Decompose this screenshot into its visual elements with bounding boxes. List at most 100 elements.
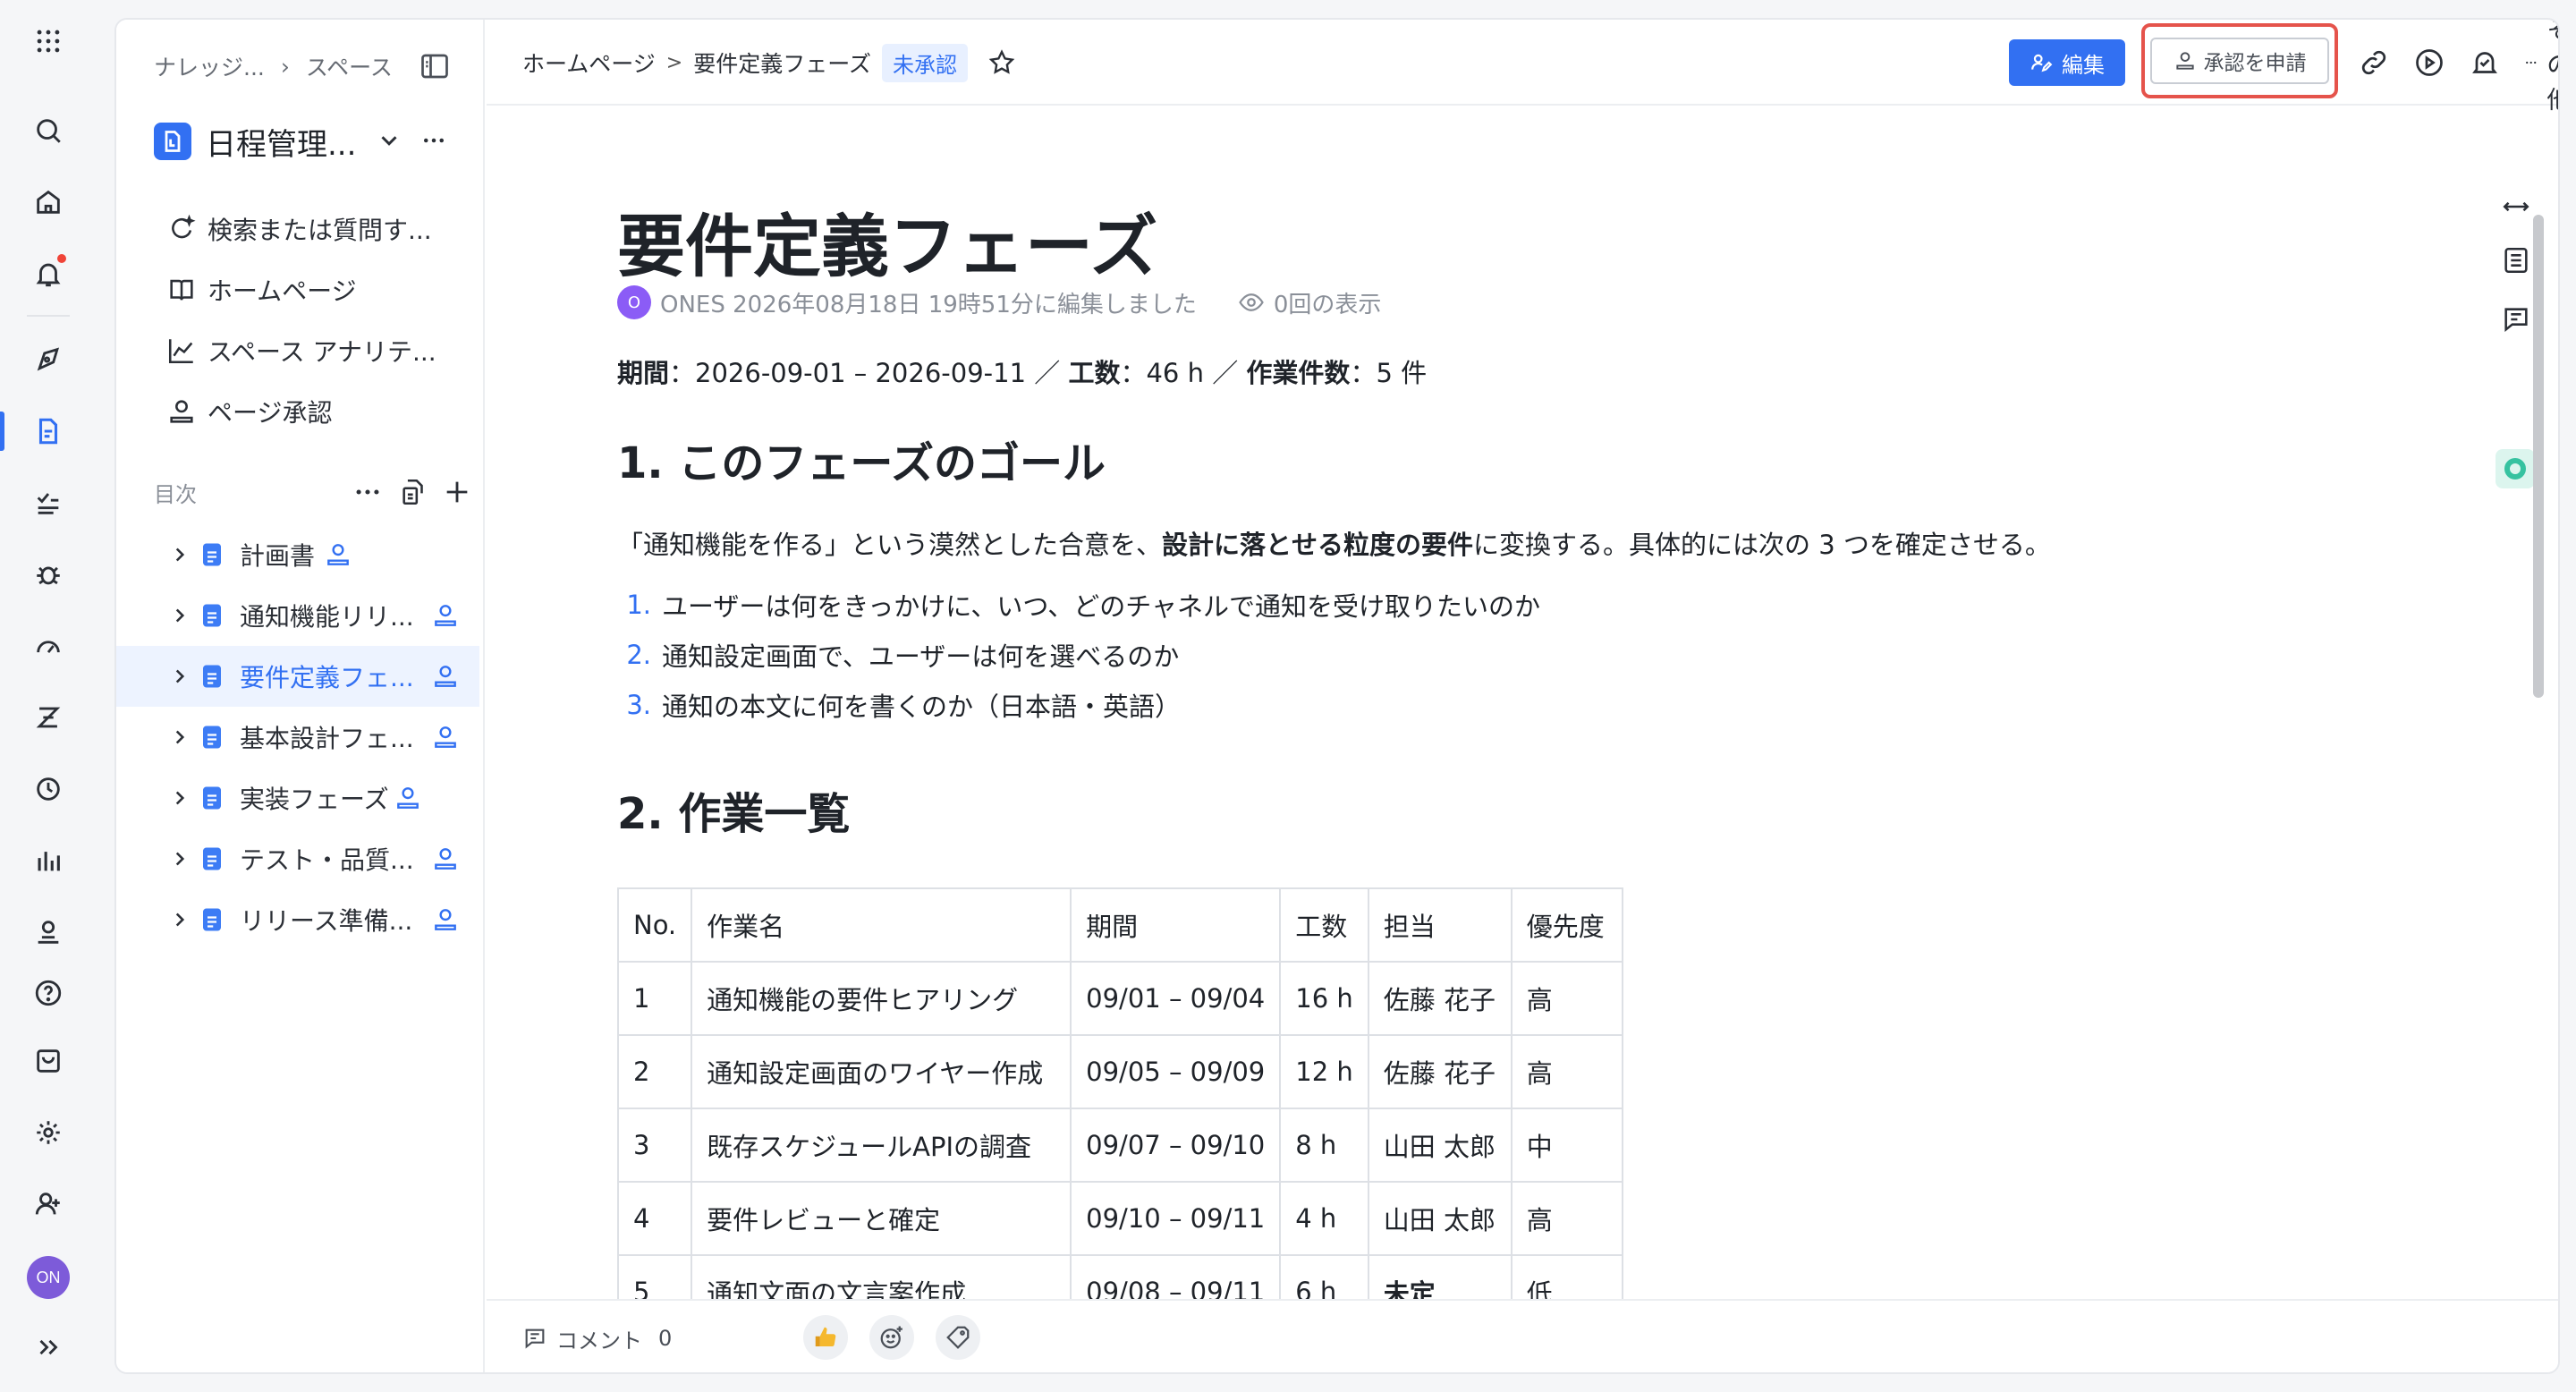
chevron-right-icon[interactable] — [168, 726, 191, 749]
add-user-icon[interactable] — [0, 1177, 97, 1231]
more-button[interactable]: その他 — [2524, 20, 2558, 115]
sidebar-item-search[interactable]: 検索または質問す... — [166, 199, 470, 259]
table-cell[interactable]: 通知機能の要件ヒアリング — [691, 961, 1072, 1036]
table-row: 4 要件レビューと確定 09/10 – 09/11 4 h 山田 太郎 高 — [616, 1181, 1623, 1256]
dashboard-icon[interactable] — [0, 619, 97, 673]
table-cell[interactable]: 佐藤 花子 — [1367, 1034, 1513, 1109]
space-title[interactable]: 日程管理... — [154, 116, 356, 166]
approval-icon[interactable] — [0, 905, 97, 959]
sidebar-collapse-icon[interactable] — [419, 50, 451, 82]
table-cell[interactable]: 4 h — [1279, 1181, 1369, 1256]
table-cell[interactable]: 5 — [616, 1254, 693, 1299]
author-avatar[interactable]: O — [617, 285, 651, 319]
apps-grid-icon[interactable] — [0, 14, 97, 68]
watch-bell-icon[interactable] — [2469, 47, 2501, 79]
comment-button[interactable]: コメント 0 — [522, 1320, 672, 1356]
chevron-right-icon[interactable] — [168, 665, 191, 688]
table-cell[interactable]: 2 — [616, 1034, 693, 1109]
toc-item[interactable]: 計画書 — [116, 524, 485, 585]
table-cell[interactable]: 6 h — [1279, 1254, 1369, 1299]
period-label: 期間 — [617, 358, 670, 388]
link-icon[interactable] — [2358, 47, 2390, 79]
search-icon[interactable] — [0, 104, 97, 157]
present-icon[interactable] — [2413, 47, 2445, 79]
table-cell[interactable]: 通知文面の文言案作成 — [691, 1254, 1072, 1299]
table-cell[interactable]: 高 — [1510, 961, 1623, 1036]
comment-panel-icon[interactable] — [2501, 304, 2531, 335]
table-cell[interactable]: 3 — [616, 1108, 693, 1183]
scrollbar[interactable] — [2533, 215, 2544, 698]
request-approval-button[interactable]: 承認を申請 — [2150, 38, 2329, 84]
table-cell[interactable]: 中 — [1510, 1108, 1623, 1183]
add-emoji-icon[interactable] — [869, 1315, 914, 1360]
sidebar-item-home[interactable]: ホームページ — [166, 259, 470, 320]
add-page-icon[interactable] — [442, 477, 472, 507]
task-icon[interactable] — [0, 476, 97, 530]
table-cell[interactable]: 通知設定画面のワイヤー作成 — [691, 1034, 1072, 1109]
table-cell[interactable]: 8 h — [1279, 1108, 1369, 1183]
sidebar-item-analytics[interactable]: スペース アナリテ... — [166, 320, 470, 381]
help-icon[interactable] — [0, 966, 97, 1020]
full-width-icon[interactable] — [2501, 191, 2531, 222]
table-cell[interactable]: 高 — [1510, 1181, 1623, 1256]
gear-icon[interactable] — [0, 1106, 97, 1159]
outline-icon[interactable] — [2501, 245, 2531, 276]
table-cell[interactable]: 高 — [1510, 1034, 1623, 1109]
edit-button[interactable]: 編集 — [2009, 39, 2125, 86]
toc-item[interactable]: テスト・品質... — [116, 828, 485, 889]
bug-icon[interactable] — [0, 547, 97, 601]
breadcrumb-knowledge[interactable]: ナレッジ... — [154, 50, 265, 82]
chevron-right-icon[interactable] — [168, 847, 191, 870]
table-cell[interactable]: 16 h — [1279, 961, 1369, 1036]
toc-more-icon[interactable] — [352, 477, 383, 507]
table-cell[interactable]: 低 — [1510, 1254, 1623, 1299]
workflow-icon[interactable] — [0, 691, 97, 744]
toc-item-active[interactable]: 要件定義フェ... — [116, 646, 479, 707]
thumbs-up-icon[interactable] — [803, 1315, 848, 1360]
toc-item[interactable]: リリース準備... — [116, 889, 485, 950]
table-cell[interactable]: 佐藤 花子 — [1367, 961, 1513, 1036]
wiki-icon[interactable] — [0, 404, 97, 458]
chevron-right-icon[interactable] — [168, 543, 191, 566]
user-approval-icon — [2175, 52, 2194, 70]
project-icon[interactable] — [0, 333, 97, 386]
chevron-right-icon[interactable] — [168, 786, 191, 810]
sidebar-item-page-approval[interactable]: ページ承認 — [166, 381, 470, 442]
table-cell[interactable]: 09/07 – 09/10 — [1070, 1108, 1282, 1183]
user-avatar[interactable]: ON — [27, 1256, 70, 1299]
table-cell[interactable]: 山田 太郎 — [1367, 1181, 1513, 1256]
chevron-right-icon[interactable] — [168, 604, 191, 627]
table-cell[interactable]: 未定 — [1367, 1254, 1513, 1299]
chart-icon[interactable] — [0, 834, 97, 887]
tag-icon[interactable] — [936, 1315, 980, 1360]
toc-item[interactable]: 通知機能リリ... — [116, 585, 485, 646]
breadcrumb-home[interactable]: ホームページ — [522, 47, 656, 79]
table-cell[interactable]: 12 h — [1279, 1034, 1369, 1109]
bell-icon[interactable] — [0, 247, 97, 301]
expand-icon[interactable] — [0, 1320, 97, 1374]
table-cell[interactable]: 既存スケジュールAPIの調査 — [691, 1108, 1072, 1183]
table-cell[interactable]: 山田 太郎 — [1367, 1108, 1513, 1183]
table-row: 3 既存スケジュールAPIの調査 09/07 – 09/10 8 h 山田 太郎… — [616, 1108, 1623, 1183]
template-icon[interactable] — [399, 477, 429, 507]
table-cell[interactable]: 09/10 – 09/11 — [1070, 1181, 1282, 1256]
star-icon[interactable] — [987, 48, 1016, 77]
table-cell[interactable]: 要件レビューと確定 — [691, 1181, 1072, 1256]
clock-icon[interactable] — [0, 762, 97, 816]
toc-item-label: 計画書 — [240, 541, 316, 571]
ai-assistant-icon[interactable] — [2496, 449, 2535, 488]
table-cell[interactable]: 4 — [616, 1181, 693, 1256]
table-cell[interactable]: 09/08 – 09/11 — [1070, 1254, 1282, 1299]
table-cell[interactable]: 09/05 – 09/09 — [1070, 1034, 1282, 1109]
more-horizontal-icon[interactable] — [419, 127, 449, 154]
home-icon[interactable] — [0, 175, 97, 229]
breadcrumb-space[interactable]: スペース — [306, 50, 393, 82]
view-count[interactable]: 0回の表示 — [1238, 286, 1381, 319]
chevron-right-icon[interactable] — [168, 908, 191, 931]
inbox-icon[interactable] — [0, 1034, 97, 1088]
toc-item[interactable]: 実装フェーズ — [116, 768, 485, 828]
chevron-down-icon[interactable] — [376, 127, 402, 154]
table-cell[interactable]: 1 — [616, 961, 693, 1036]
toc-item[interactable]: 基本設計フェ... — [116, 707, 485, 768]
table-cell[interactable]: 09/01 – 09/04 — [1070, 961, 1282, 1036]
